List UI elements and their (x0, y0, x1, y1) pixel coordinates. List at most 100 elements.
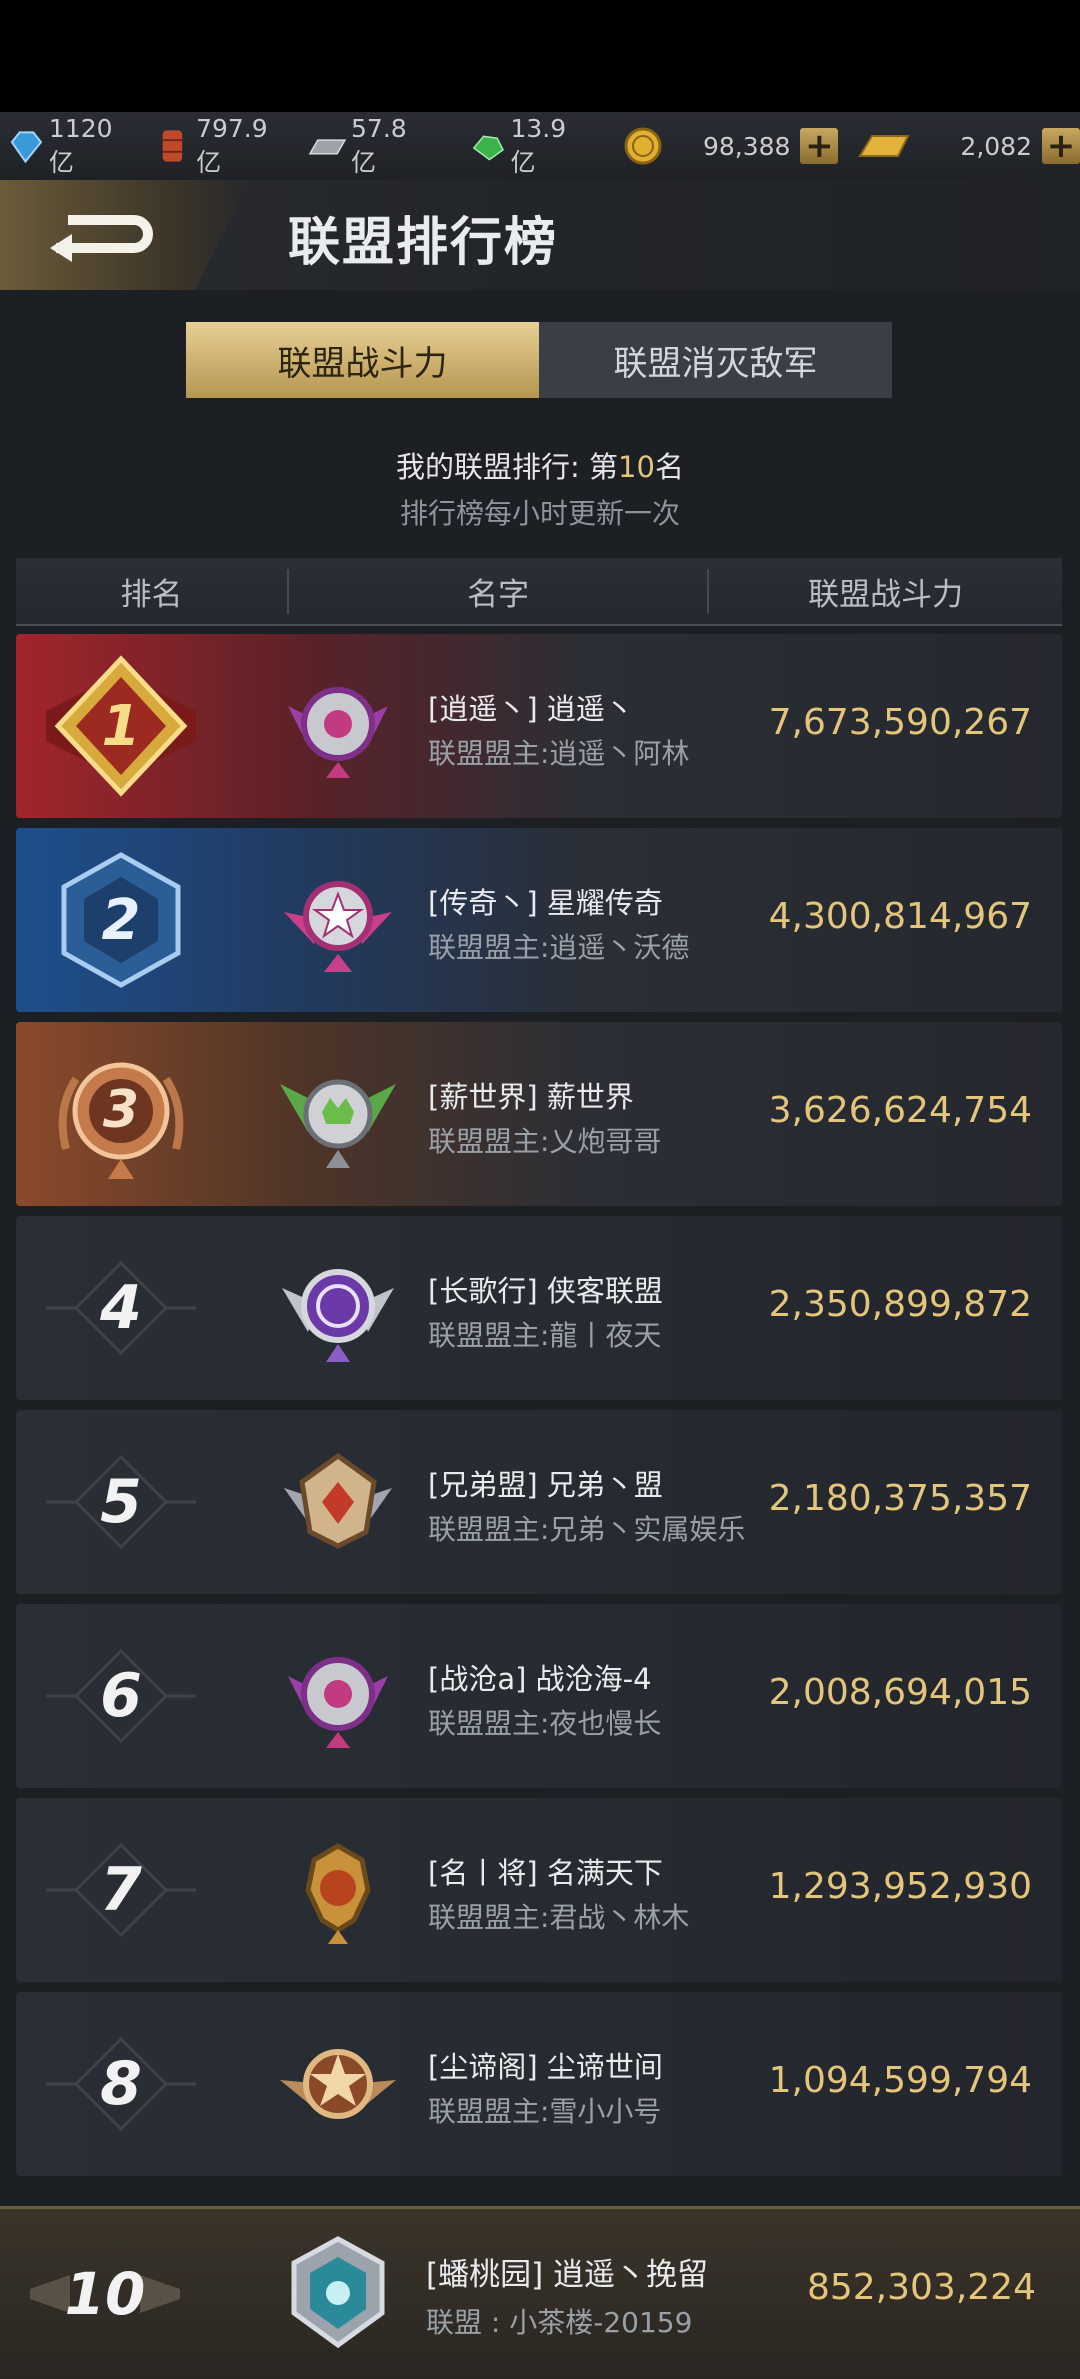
alliance-emblem-icon (282, 1269, 394, 1362)
rank-badge: 4 (46, 1233, 196, 1383)
rank-number: 4 (100, 1273, 142, 1343)
rank-badge-gold: 1 (46, 651, 196, 801)
resource-bar: 1120亿 797.9亿 57.8亿 13.9亿 98,388 + 2,082 … (0, 112, 1080, 180)
alliance-power: 3,626,624,754 (768, 1090, 1032, 1131)
table-row[interactable]: 4 [长歌行] 侠客联盟 联盟盟主:龍丨夜天 2,350,899,872 (16, 1216, 1062, 1400)
crystal-value: 1120亿 (48, 113, 113, 177)
ranking-tabs: 联盟战斗力 联盟消灭敌军 (186, 322, 892, 398)
rank-badge-silver: 2 (46, 845, 196, 995)
alliance-name: [传奇丶] 星耀传奇 (428, 886, 663, 920)
rank-number: 3 (102, 1080, 140, 1140)
my-rank-number: 10 (618, 450, 655, 484)
table-row[interactable]: 7 [名丨将] 名满天下 联盟盟主:君战丶林木 1,293,952,930 (16, 1798, 1062, 1982)
back-button[interactable] (0, 180, 250, 290)
alliance-emblem-icon (284, 1452, 392, 1549)
my-alliance-rank: 我的联盟排行: 第10名 (0, 444, 1080, 486)
update-note: 排行榜每小时更新一次 (399, 497, 680, 530)
alliance-leader: 联盟盟主:君战丶林木 (428, 1901, 690, 1934)
alliance-leader: 联盟盟主:逍遥丶沃德 (428, 931, 690, 964)
rank-badge: 10 (30, 2219, 180, 2369)
rank-number: 2 (101, 887, 141, 953)
alliance-emblem-icon (280, 1079, 396, 1168)
rank-number: 5 (100, 1467, 142, 1537)
alliance-name: [名丨将] 名满天下 (428, 1856, 663, 1890)
resource-ore[interactable]: 13.9亿 (468, 114, 589, 179)
my-rank-suffix: 名 (654, 450, 684, 484)
resource-coin[interactable]: 98,388 + (623, 126, 839, 166)
coin-value: 98,388 (702, 131, 791, 161)
alliance-emblem-icon (280, 2049, 396, 2119)
gold-value: 2,082 (960, 131, 1032, 161)
alliance-leader: 联盟盟主:逍遥丶阿林 (428, 737, 690, 770)
rank-number: 1 (101, 693, 141, 759)
column-rank: 排名 (16, 568, 289, 614)
page-header: 联盟排行榜 (0, 180, 1080, 290)
alliance-power: 7,673,590,267 (768, 702, 1032, 743)
rank-number: 8 (100, 2049, 142, 2119)
alliance-leader: 联盟盟主:乂炮哥哥 (428, 1125, 662, 1158)
resource-crystal[interactable]: 1120亿 (6, 114, 135, 179)
add-coin-button[interactable]: + (800, 126, 839, 166)
rank-number: 6 (100, 1661, 142, 1731)
alliance-name: [逍遥丶] 逍遥丶 (428, 692, 634, 726)
alliance-emblem-icon (288, 1657, 388, 1748)
crystal-icon (10, 131, 43, 164)
alliance-power: 2,008,694,015 (768, 1672, 1032, 1713)
tab-alliance-power[interactable]: 联盟战斗力 (186, 322, 539, 398)
alliance-emblem-icon (284, 881, 392, 972)
table-header: 排名 名字 联盟战斗力 (16, 558, 1062, 626)
alliance-power: 852,303,224 (806, 2267, 1036, 2308)
table-row[interactable]: 3 [薪世界] 薪世界 联盟盟主:乂炮哥哥 3,626,624,754 (16, 1022, 1062, 1206)
rank-badge-bronze: 3 (46, 1039, 196, 1189)
alliance-emblem-icon (288, 687, 388, 778)
rank-badge: 5 (46, 1427, 196, 1577)
alliance-name: [战沧a] 战沧海-4 (428, 1662, 652, 1696)
alliance-name: [尘谛阁] 尘谛世间 (428, 2050, 663, 2084)
gold-bar-icon (858, 135, 911, 157)
column-name: 名字 (289, 568, 710, 614)
table-row[interactable]: 1 [逍遥丶] 逍遥丶 联盟盟主:逍遥丶阿林 7,673,590,267 (16, 634, 1062, 818)
rank-number: 10 (64, 2260, 146, 2328)
back-arrow-icon (50, 215, 153, 262)
green-ore-icon (472, 135, 504, 161)
table-row[interactable]: 8 [尘谛阁] 尘谛世间 联盟盟主:雪小小号 1,094,599,794 (16, 1992, 1062, 2176)
gold-coin-icon (624, 127, 662, 165)
alliance-power: 2,350,899,872 (768, 1284, 1032, 1325)
alliance-name: [兄弟盟] 兄弟丶盟 (428, 1468, 663, 1502)
table-row[interactable]: 6 [战沧a] 战沧海-4 联盟盟主:夜也慢长 2,008,694,015 (16, 1604, 1062, 1788)
resource-gold[interactable]: 2,082 + (856, 126, 1080, 166)
alliance-power: 2,180,375,357 (768, 1478, 1032, 1519)
status-bar (0, 0, 1080, 112)
table-row[interactable]: 2 [传奇丶] 星耀传奇 联盟盟主:逍遥丶沃德 4,300,814,967 (16, 828, 1062, 1012)
table-row[interactable]: 5 [兄弟盟] 兄弟丶盟 联盟盟主:兄弟丶实属娱乐 2,180,375,357 (16, 1410, 1062, 1594)
alliance-leader: 联盟盟主:雪小小号 (428, 2095, 662, 2128)
rank-badge: 7 (46, 1815, 196, 1965)
column-power: 联盟战斗力 (808, 576, 964, 613)
ore-value: 13.9亿 (510, 113, 567, 177)
alliance-power: 1,293,952,930 (768, 1866, 1032, 1907)
alliance-emblem-icon (291, 2236, 385, 2349)
alliance-leader: 联盟 : 小茶楼-20159 (426, 2306, 693, 2339)
alliance-power: 4,300,814,967 (768, 896, 1032, 937)
alliance-power: 1,094,599,794 (768, 2060, 1032, 2101)
oil-value: 797.9亿 (196, 113, 268, 177)
page-title: 联盟排行榜 (288, 213, 559, 273)
my-alliance-row[interactable]: 10 [蟠桃园] 逍遥丶挽留 联盟 : 小茶楼-20159 852,303,22… (0, 2206, 1080, 2379)
alliance-emblem-icon (305, 1843, 371, 1944)
oil-barrel-icon (162, 130, 183, 162)
alliance-leader: 联盟盟主:兄弟丶实属娱乐 (428, 1513, 746, 1546)
my-rank-prefix: 我的联盟排行: 第 (396, 450, 619, 484)
resource-steel[interactable]: 57.8亿 (308, 114, 429, 179)
alliance-leader: 联盟盟主:龍丨夜天 (428, 1319, 662, 1352)
rank-badge: 8 (46, 2009, 196, 2159)
steel-value: 57.8亿 (351, 113, 407, 177)
add-gold-button[interactable]: + (1042, 126, 1080, 166)
resource-oil[interactable]: 797.9亿 (153, 114, 290, 179)
tab-alliance-kills[interactable]: 联盟消灭敌军 (539, 322, 892, 398)
alliance-leader: 联盟盟主:夜也慢长 (428, 1707, 662, 1740)
rank-badge: 6 (46, 1621, 196, 1771)
alliance-name: [长歌行] 侠客联盟 (428, 1274, 663, 1308)
alliance-name: [薪世界] 薪世界 (428, 1080, 634, 1114)
rank-number: 7 (100, 1855, 142, 1925)
steel-icon (308, 139, 347, 155)
